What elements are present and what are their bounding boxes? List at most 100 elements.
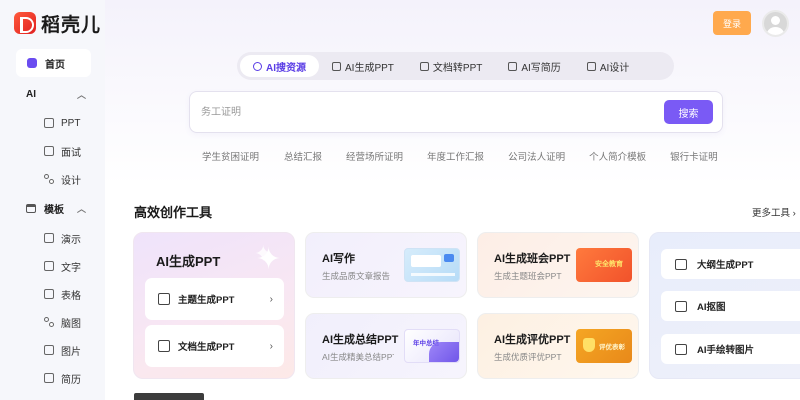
option-label: 主题生成PPT — [178, 295, 235, 306]
tab-ai-resume[interactable]: AI写简历 — [495, 55, 573, 77]
hot-word[interactable]: 经营场所证明 — [346, 149, 403, 163]
ai-sketch-to-image-button[interactable]: AI手绘转图片 › — [661, 334, 800, 364]
tool-card-class-meeting-ppt[interactable]: AI生成班会PPT 生成主题班会PPT 安全教育 — [477, 232, 639, 298]
search-icon — [253, 61, 262, 71]
side-tools-card: 大纲生成PPT › AI抠图 › AI手绘转图片 › — [649, 232, 800, 379]
topic-generate-ppt-button[interactable]: 主题生成PPT › — [145, 278, 284, 320]
sidebar-section-label: 模板 — [44, 204, 64, 216]
hot-word[interactable]: 银行卡证明 — [670, 149, 718, 163]
sidebar-section-templates[interactable]: 模板 ︿ — [26, 201, 86, 216]
avatar[interactable] — [762, 10, 789, 37]
document-edit-icon — [44, 146, 54, 156]
sidebar-item-label: 演示 — [61, 234, 81, 246]
design-icon — [586, 61, 596, 71]
doc-generate-ppt-button[interactable]: 文档生成PPT › — [145, 325, 284, 367]
logo-text: 稻壳儿 — [41, 14, 102, 36]
sidebar-item-label: 脑图 — [61, 318, 81, 330]
mindmap-icon — [44, 317, 54, 327]
chevron-up-icon: ︿ — [76, 203, 86, 214]
presentation-icon — [44, 233, 54, 243]
sidebar-item-mindmap[interactable]: 脑图 — [44, 315, 81, 330]
hot-word[interactable]: 个人简介模板 — [589, 149, 646, 163]
tool-card-summary-ppt[interactable]: AI生成总结PPT AI生成精美总结PPT 年中总结 — [305, 313, 467, 379]
sidebar-item-interview[interactable]: 面试 — [44, 144, 81, 159]
sidebar-item-ppt[interactable]: PPT — [44, 116, 80, 130]
next-section-title-cutoff — [134, 393, 204, 400]
sidebar-item-design[interactable]: 设计 — [44, 172, 81, 187]
sparkle-icon: ✦ — [256, 243, 282, 276]
hot-word[interactable]: 总结汇报 — [284, 149, 322, 163]
sidebar-item-home[interactable]: 首页 — [16, 49, 91, 77]
search-box: 搜索 — [189, 91, 723, 133]
tab-ai-ppt[interactable]: AI生成PPT — [319, 55, 407, 77]
tab-label: AI搜资源 — [266, 62, 306, 74]
sidebar-item-label: 文字 — [61, 262, 81, 274]
sidebar-item-presentation[interactable]: 演示 — [44, 231, 81, 246]
tab-doc-to-ppt[interactable]: 文档转PPT — [407, 55, 495, 77]
chevron-right-icon: › — [792, 208, 796, 219]
hot-word[interactable]: 年度工作汇报 — [427, 149, 484, 163]
pen-icon — [444, 254, 454, 262]
section-title: 高效创作工具 — [134, 205, 213, 220]
tab-label: 文档转PPT — [432, 62, 483, 74]
tool-card-evaluation-ppt[interactable]: AI生成评优PPT 生成优质评优PPT 评优表彰 — [477, 313, 639, 379]
writing-thumbnail — [404, 248, 460, 282]
image-icon — [44, 118, 54, 128]
side-tool-label: 大纲生成PPT — [697, 260, 754, 271]
sidebar-section-label: AI — [26, 88, 36, 100]
login-button[interactable]: 登录 — [713, 11, 751, 35]
trophy-icon — [583, 338, 595, 352]
tool-title: AI生成总结PPT — [322, 334, 399, 346]
resume-icon — [44, 373, 54, 383]
resume-icon — [508, 61, 518, 71]
tool-subtitle: 生成优质评优PPT — [494, 352, 562, 362]
featured-tool-title: AI生成PPT — [156, 254, 221, 269]
picture-icon — [675, 343, 687, 355]
home-icon — [27, 58, 37, 68]
template-icon — [26, 203, 36, 213]
featured-tool-card[interactable]: ✦ ✦ AI生成PPT 主题生成PPT › 文档生成PPT › — [133, 232, 295, 379]
sidebar-item-label: 表格 — [61, 290, 81, 302]
sidebar-item-resume[interactable]: 简历 — [44, 371, 81, 386]
search-input[interactable] — [201, 104, 601, 120]
more-tools-link[interactable]: 更多工具 › — [752, 205, 796, 219]
tab-ai-design[interactable]: AI设计 — [574, 55, 642, 77]
outline-icon — [675, 258, 687, 270]
tab-label: AI生成PPT — [345, 62, 394, 74]
sidebar-item-label: PPT — [61, 117, 81, 129]
hot-word[interactable]: 学生贫困证明 — [202, 149, 259, 163]
document-icon — [419, 61, 429, 71]
ai-cutout-button[interactable]: AI抠图 › — [661, 291, 800, 321]
tool-subtitle: 生成品质文章报告 — [322, 271, 391, 281]
tool-card-ai-writing[interactable]: AI写作 生成品质文章报告 — [305, 232, 467, 298]
tool-title: AI生成班会PPT — [494, 253, 571, 265]
sidebar-item-text[interactable]: 文字 — [44, 259, 81, 274]
document-icon — [158, 340, 170, 352]
sidebar-item-sheet[interactable]: 表格 — [44, 287, 81, 302]
outline-generate-ppt-button[interactable]: 大纲生成PPT › — [661, 249, 800, 279]
wave-shape — [429, 342, 459, 362]
sidebar-section-ai[interactable]: AI ︿ — [26, 87, 86, 101]
image-icon — [158, 293, 170, 305]
option-label: 文档生成PPT — [178, 342, 235, 353]
thumbnail-text: 评优表彰 — [599, 344, 625, 351]
side-tool-label: AI手绘转图片 — [697, 345, 755, 356]
logo[interactable]: 稻壳儿 — [14, 11, 102, 36]
evaluation-thumbnail: 评优表彰 — [576, 329, 632, 363]
line-shape — [411, 273, 455, 276]
thumbnail-text: 安全教育 — [595, 261, 623, 268]
word-icon — [44, 261, 54, 271]
chevron-up-icon: ︿ — [76, 89, 86, 100]
sidebar-item-label: 首页 — [45, 59, 65, 71]
sidebar-item-label: 面试 — [61, 147, 81, 159]
summary-thumbnail: 年中总结 — [404, 329, 460, 363]
sidebar-item-image[interactable]: 图片 — [44, 343, 81, 358]
picture-icon — [44, 345, 54, 355]
hot-word[interactable]: 公司法人证明 — [508, 149, 565, 163]
tab-label: AI写简历 — [521, 62, 561, 74]
logo-icon — [14, 12, 36, 34]
tool-subtitle: AI生成精美总结PPT — [322, 352, 394, 362]
search-mode-tabs: AI搜资源 AI生成PPT 文档转PPT AI写简历 AI设计 — [237, 52, 674, 80]
search-button[interactable]: 搜索 — [664, 100, 713, 124]
tab-ai-search[interactable]: AI搜资源 — [240, 55, 319, 77]
